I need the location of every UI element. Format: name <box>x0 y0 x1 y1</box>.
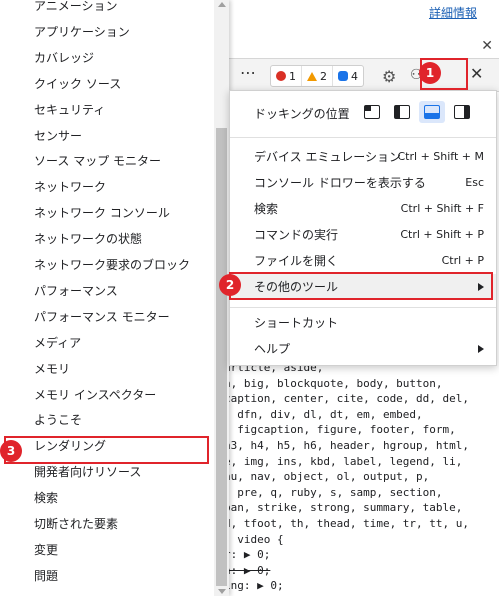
menu-item-label: ショートカット <box>254 316 339 330</box>
highlight-rendering <box>4 436 209 464</box>
details-link[interactable]: 詳細情報 <box>429 4 477 21</box>
code-line: caption, center, cite, code, dd, del, <box>224 392 470 406</box>
submenu-item[interactable]: 変更 <box>0 537 212 563</box>
submenu-item[interactable]: 切断された要素 <box>0 511 212 537</box>
submenu-item[interactable]: 問題 <box>0 563 212 589</box>
submenu-item[interactable]: メモリ <box>0 356 212 382</box>
close-devtools-icon[interactable]: ✕ <box>470 64 483 83</box>
submenu-arrow-icon <box>478 345 484 353</box>
more-options-button[interactable]: ⋯ <box>237 63 259 85</box>
code-line: , video { <box>224 532 284 546</box>
code-line: nu, nav, object, ol, output, p, <box>224 470 430 484</box>
menu-item-shortcut: Ctrl + Shift + F <box>400 202 484 215</box>
menu-item-label: ファイルを開く <box>254 254 339 268</box>
submenu-item[interactable]: アニメーション <box>0 0 212 19</box>
menu-item[interactable]: コンソール ドロワーを表示する Esc <box>230 170 496 196</box>
code-line: n, big, blockquote, body, button, <box>224 376 443 390</box>
code-line: d, tfoot, th, thead, time, tr, tt, u, <box>224 516 470 530</box>
scroll-down-icon[interactable] <box>218 589 226 594</box>
submenu-item[interactable]: ネットワーク <box>0 174 212 200</box>
submenu-item[interactable]: クイック ソース <box>0 71 212 97</box>
more-tools-submenu: アニメーション アプリケーション カバレッジ クイック ソース セキュリティ センサー ソー… <box>0 0 229 596</box>
menu-divider <box>230 307 496 308</box>
submenu-item[interactable]: メディア <box>0 330 212 356</box>
submenu-item[interactable]: パフォーマンス <box>0 278 212 304</box>
scrollbar-thumb[interactable] <box>216 128 227 586</box>
close-icon[interactable]: ✕ <box>481 38 493 54</box>
devtools-main-menu: ドッキングの位置 デバイス エミュレーション Ctrl + Shift + M コン… <box>229 90 497 366</box>
submenu-item[interactable]: パフォーマンス モニター <box>0 304 212 330</box>
submenu-item[interactable]: セキュリティ <box>0 97 212 123</box>
warning-counter[interactable]: 2 <box>302 66 333 86</box>
menu-item[interactable]: コマンドの実行 Ctrl + Shift + P <box>230 222 496 248</box>
submenu-item[interactable]: 検索 <box>0 485 212 511</box>
submenu-item[interactable]: ソース マップ モニター <box>0 148 212 174</box>
error-icon <box>276 71 286 81</box>
docking-label: ドッキングの位置 <box>254 107 350 121</box>
dock-bottom-icon[interactable] <box>424 105 440 119</box>
submenu-item[interactable]: ネットワーク コンソール <box>0 200 212 226</box>
menu-item[interactable]: ファイルを開く Ctrl + P <box>230 248 496 274</box>
gear-icon[interactable]: ⚙ <box>382 67 396 86</box>
submenu-item[interactable]: カバレッジ <box>0 45 212 71</box>
info-counter[interactable]: 4 <box>333 66 363 86</box>
scroll-up-icon[interactable] <box>218 2 226 7</box>
menu-divider <box>230 137 496 138</box>
menu-item-label: コンソール ドロワーを表示する <box>254 176 426 190</box>
dock-options <box>364 101 470 123</box>
submenu-item[interactable]: メモリ インスペクター <box>0 382 212 408</box>
styles-code: article, aside, n, big, blockquote, body,… <box>224 360 499 596</box>
code-line: n: ▶ 0; <box>224 563 271 577</box>
dock-left-icon[interactable] <box>394 105 410 119</box>
code-line: h3, h4, h5, h6, header, hgroup, html, <box>224 438 470 452</box>
menu-item[interactable]: デバイス エミュレーション Ctrl + Shift + M <box>230 144 496 170</box>
submenu-item[interactable]: ネットワークの状態 <box>0 226 212 252</box>
code-line: , dfn, div, dl, dt, em, embed, <box>224 407 423 421</box>
submenu-item[interactable]: ネットワーク要求のブロック <box>0 252 212 278</box>
error-counter[interactable]: 1 <box>271 66 302 86</box>
menu-item[interactable]: ヘルプ <box>230 336 496 362</box>
highlight-more-tools <box>229 272 493 300</box>
menu-item-label: 検索 <box>254 202 279 216</box>
menu-item[interactable]: 検索 Ctrl + Shift + F <box>230 196 496 222</box>
message-icon <box>338 71 348 81</box>
submenu-item[interactable]: ようこそ <box>0 407 212 433</box>
menu-item-label: ヘルプ <box>254 342 291 356</box>
code-line: pan, strike, strong, summary, table, <box>224 501 463 515</box>
step-badge-3: 3 <box>0 440 22 462</box>
menu-item-label: デバイス エミュレーション <box>254 150 401 164</box>
menu-item-shortcut: Ctrl + P <box>441 254 484 267</box>
code-line: r: ▶ 0; <box>224 548 271 562</box>
code-line: ing: ▶ 0; <box>224 579 284 593</box>
dock-bottom-wrapper <box>419 101 445 123</box>
menu-item-shortcut: Ctrl + Shift + M <box>397 150 485 163</box>
step-badge-2: 2 <box>219 274 241 296</box>
code-line: e, img, ins, kbd, label, legend, li, <box>224 454 463 468</box>
code-line: , pre, q, ruby, s, samp, section, <box>224 485 443 499</box>
scrollbar[interactable] <box>214 0 229 596</box>
code-line: , figcaption, figure, footer, form, <box>224 423 456 437</box>
submenu-item[interactable]: センサー <box>0 123 212 149</box>
dock-undock-icon[interactable] <box>364 105 380 119</box>
menu-item-shortcut: Esc <box>465 176 484 189</box>
menu-item[interactable]: ショートカット <box>230 310 496 336</box>
dock-right-icon[interactable] <box>454 105 470 119</box>
step-badge-1: 1 <box>419 62 441 84</box>
menu-item-shortcut: Ctrl + Shift + P <box>400 228 484 241</box>
warning-icon <box>307 71 317 81</box>
menu-item-label: コマンドの実行 <box>254 228 339 242</box>
submenu-item[interactable]: アプリケーション <box>0 19 212 45</box>
issue-counters[interactable]: 1 2 4 <box>270 65 364 87</box>
